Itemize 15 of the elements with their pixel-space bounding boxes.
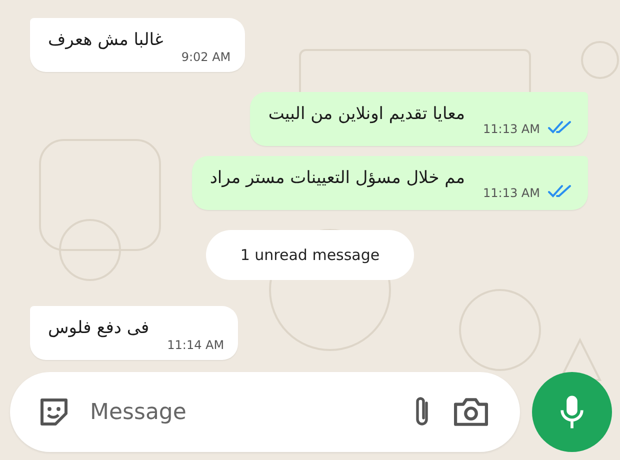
message-text: فى دفع فلوس [48,317,150,338]
message-text: غالبا مش هعرف [48,29,164,50]
message-composer[interactable]: Message [10,372,520,452]
microphone-icon [558,394,586,430]
message-time: 9:02 AM [181,50,231,64]
camera-icon[interactable] [452,395,490,429]
message-time: 11:13 AM [483,122,540,136]
double-check-icon [548,120,574,134]
message-text: مم خلال مسؤل التعيينات مستر مراد [210,167,466,188]
message-time: 11:14 AM [167,338,224,352]
message-time: 11:13 AM [483,186,540,200]
message-input[interactable]: Message [88,398,392,426]
double-check-icon [548,184,574,198]
message-text: معايا تقديم اونلاين من البيت [268,103,466,124]
unread-notice: 1 unread message [206,230,414,280]
